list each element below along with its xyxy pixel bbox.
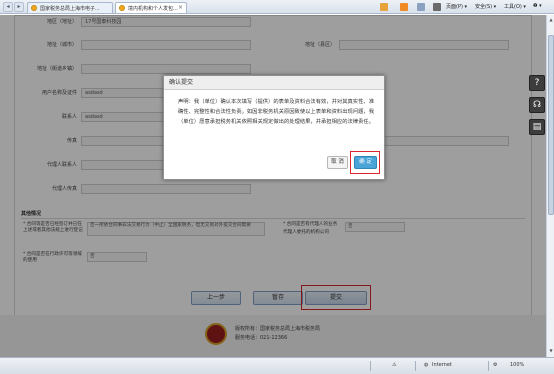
status-error-icon: ⚠ xyxy=(392,362,397,368)
modal-overlay xyxy=(0,15,546,357)
scroll-up-icon[interactable]: ▲ xyxy=(548,17,554,23)
tools-menu[interactable]: 工具(O) ▾ xyxy=(504,3,526,10)
dialog-statement: 声明：我（单位）确认本次填写（提供）的表单及资料合法有效，并对其真实性、准确性、… xyxy=(178,99,374,125)
browser-toolbar: ◂ ▸ 国家税务总局上海市电子... 境内机构和个人发包... × 页面(P) … xyxy=(0,0,554,14)
page-menu[interactable]: 页面(P) ▾ xyxy=(446,3,467,10)
highlight-box xyxy=(350,151,380,174)
zoom-level[interactable]: 100% xyxy=(510,362,524,368)
close-tab-icon[interactable]: × xyxy=(178,4,183,11)
scroll-thumb[interactable] xyxy=(548,35,554,215)
tab-tax-bureau[interactable]: 国家税务总局上海市电子... xyxy=(27,2,113,13)
dialog-title: 确认提交 xyxy=(164,76,384,90)
internet-zone-icon: ◍ xyxy=(424,362,429,368)
status-bar: ⚠ ◍ Internet ⚙ 100% xyxy=(0,357,554,374)
vertical-scrollbar[interactable]: ▲ ▼ xyxy=(546,15,554,357)
read-mail-icon[interactable] xyxy=(417,3,425,11)
tab-label: 国家税务总局上海市电子... xyxy=(40,6,100,12)
tab-contract-filing[interactable]: 境内机构和个人发包... × xyxy=(115,2,187,13)
help-icon[interactable]: ? xyxy=(529,75,545,91)
divider xyxy=(415,361,416,371)
safety-menu[interactable]: 安全(S) ▾ xyxy=(475,3,496,10)
scroll-down-icon[interactable]: ▼ xyxy=(548,348,554,354)
forward-icon[interactable]: ▸ xyxy=(14,2,24,12)
tab-label: 境内机构和个人发包... xyxy=(128,6,178,12)
confirm-dialog: 确认提交 声明：我（单位）确认本次填写（提供）的表单及资料合法有效，并对其真实性… xyxy=(163,75,385,180)
divider xyxy=(488,361,489,371)
protected-mode-icon: ⚙ xyxy=(493,362,498,368)
save-icon[interactable]: ▤ xyxy=(529,119,545,135)
home-icon[interactable] xyxy=(380,3,388,11)
security-zone: Internet xyxy=(432,362,452,368)
page-viewport: 地区（地址） 17号国泰科技园 地址（城市） 地址（县区） 地址（街道乡镇） 用… xyxy=(0,15,546,357)
divider xyxy=(370,361,371,371)
print-icon[interactable] xyxy=(433,3,441,11)
feeds-icon[interactable] xyxy=(400,3,408,11)
help-menu[interactable]: ❷ ▾ xyxy=(533,3,542,9)
headset-icon[interactable]: ☊ xyxy=(529,97,545,113)
cancel-button[interactable]: 取 消 xyxy=(327,156,348,169)
tab-favicon-icon xyxy=(119,5,125,11)
tab-favicon-icon xyxy=(31,5,37,11)
back-icon[interactable]: ◂ xyxy=(3,2,13,12)
